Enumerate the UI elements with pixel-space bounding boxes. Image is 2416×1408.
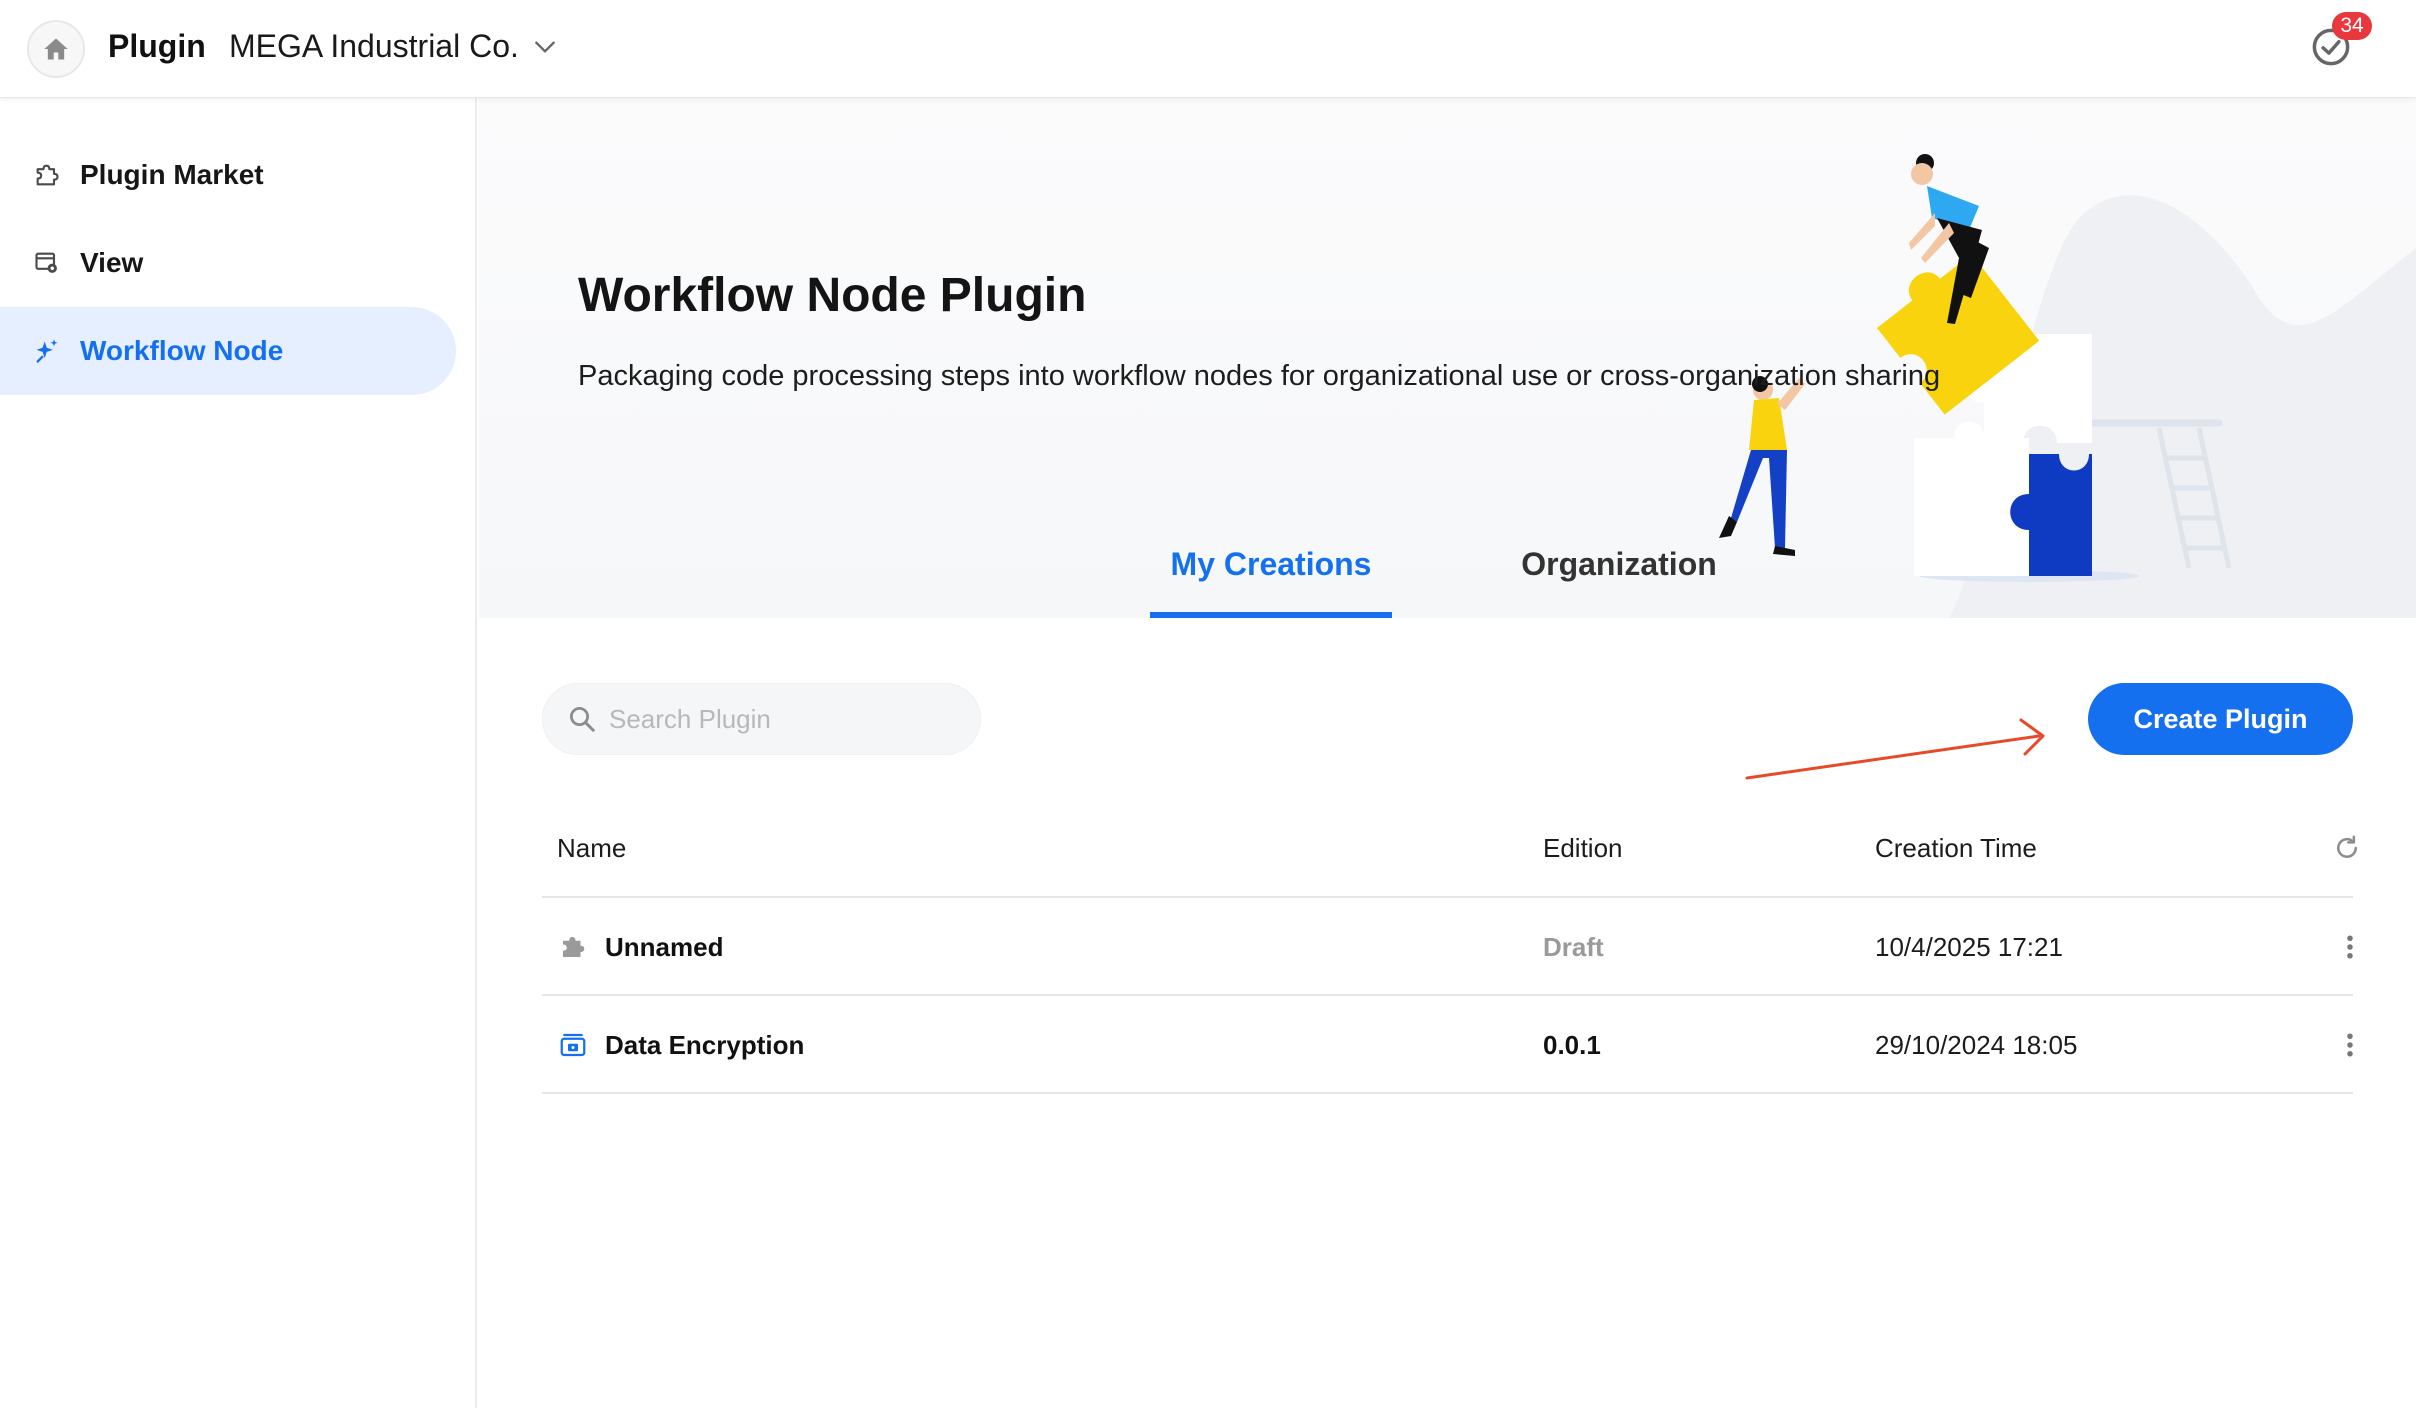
annotation-arrow-icon [1745, 718, 2045, 780]
row-time: 10/4/2025 17:21 [1875, 931, 2063, 962]
create-plugin-button[interactable]: Create Plugin [2088, 683, 2353, 755]
puzzle-outline-icon [32, 160, 62, 190]
sparkle-icon [32, 336, 62, 366]
sidebar-item-label: Workflow Node [80, 335, 284, 366]
plugin-table: Name Edition Creation Time Unnamed Draft [542, 798, 2357, 1094]
tab-my-creations[interactable]: My Creations [1150, 538, 1392, 618]
row-name: Unnamed [605, 931, 724, 962]
row-more-button[interactable] [2332, 898, 2368, 996]
column-header-edition: Edition [1543, 832, 1623, 863]
search-icon [570, 707, 595, 732]
org-selector[interactable]: MEGA Industrial Co. [229, 28, 519, 65]
row-edition: 0.0.1 [1543, 1029, 1601, 1060]
page-description: Packaging code processing steps into wor… [578, 360, 1941, 392]
tab-bar: My Creations Organization [479, 538, 2416, 618]
sidebar-item-label: View [80, 247, 144, 278]
sidebar-item-workflow-node[interactable]: Workflow Node [0, 307, 456, 395]
column-header-time: Creation Time [1875, 832, 2037, 863]
more-vertical-icon [2347, 935, 2353, 959]
more-vertical-icon [2347, 1033, 2353, 1057]
page-title: Workflow Node Plugin [578, 269, 1087, 322]
sidebar-item-view[interactable]: View [0, 219, 456, 307]
hero-banner: Workflow Node Plugin Packaging code proc… [479, 98, 2416, 618]
tab-organization[interactable]: Organization [1504, 538, 1734, 618]
row-name-cell[interactable]: Data Encryption [557, 996, 804, 1094]
table-row[interactable]: Unnamed Draft 10/4/2025 17:21 [542, 898, 2353, 996]
sidebar-item-plugin-market[interactable]: Plugin Market [0, 131, 456, 219]
window-view-icon [32, 248, 62, 278]
table-header: Name Edition Creation Time [542, 798, 2357, 898]
puzzle-gray-icon [557, 931, 589, 963]
refresh-icon [2337, 835, 2357, 858]
main-content: Workflow Node Plugin Packaging code proc… [479, 98, 2416, 1408]
app-title: Plugin [108, 28, 206, 64]
home-icon [44, 38, 68, 60]
notification-badge: 34 [2332, 12, 2372, 40]
sidebar: Plugin Market View Workflow Node [0, 98, 477, 1408]
row-more-button[interactable] [2332, 996, 2368, 1094]
row-name: Data Encryption [605, 1029, 805, 1060]
row-name-cell[interactable]: Unnamed [557, 898, 723, 996]
encryption-blue-icon [557, 1029, 589, 1061]
chevron-down-icon[interactable] [532, 34, 558, 60]
sidebar-item-label: Plugin Market [80, 159, 264, 190]
search-box[interactable] [542, 683, 981, 755]
column-header-name: Name [557, 832, 627, 863]
row-edition: Draft [1543, 931, 1604, 962]
table-row[interactable]: Data Encryption 0.0.1 29/10/2024 18:05 [542, 996, 2353, 1094]
refresh-button[interactable] [2332, 798, 2362, 898]
home-button[interactable] [27, 20, 85, 78]
top-bar: Plugin MEGA Industrial Co. 34 [0, 0, 2416, 98]
search-input[interactable] [609, 703, 969, 735]
row-time: 29/10/2024 18:05 [1875, 1029, 2078, 1060]
